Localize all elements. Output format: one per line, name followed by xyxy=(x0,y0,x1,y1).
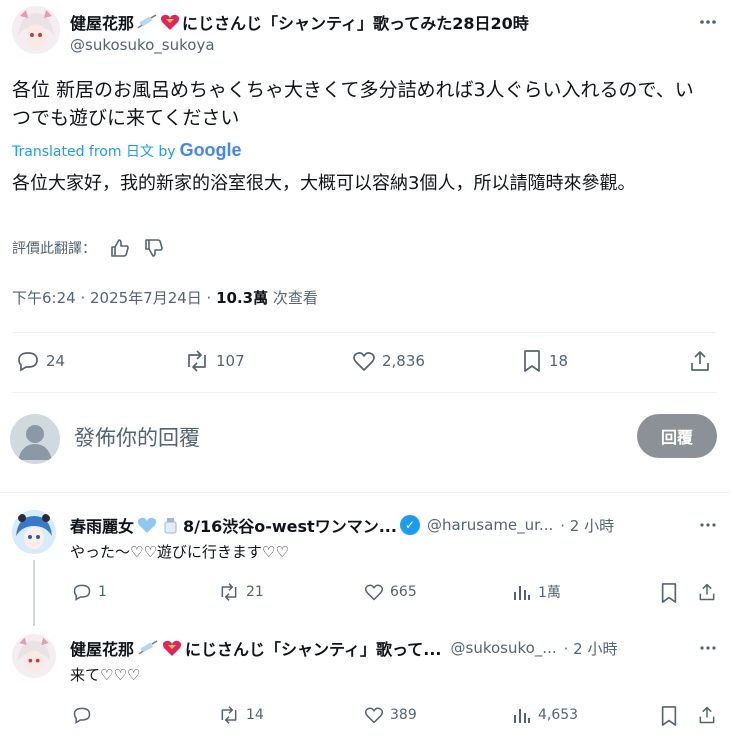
bookmark-action[interactable]: 18 xyxy=(521,349,568,373)
reply-bookmark-icon[interactable] xyxy=(659,705,679,727)
reply-reply-count: 1 xyxy=(98,584,107,600)
reply-reply-action[interactable] xyxy=(72,705,98,725)
reply-more-options-icon[interactable] xyxy=(698,515,718,535)
reply-like-action[interactable]: 389 xyxy=(364,705,417,725)
blue-heart-emoji-icon xyxy=(137,516,157,534)
google-logo: Google xyxy=(179,140,242,160)
thumbs-up-icon[interactable] xyxy=(110,238,130,258)
reply-text: 来て♡♡♡ xyxy=(70,666,141,684)
syringe-emoji-icon xyxy=(136,13,158,31)
reply-count: 24 xyxy=(46,352,66,370)
reply-more-options-icon[interactable] xyxy=(698,638,718,658)
retweet-icon xyxy=(218,582,240,602)
reply-like-action[interactable]: 665 xyxy=(364,582,417,602)
reply-views-action[interactable]: 1萬 xyxy=(512,582,561,602)
reply-retweet-count: 21 xyxy=(246,584,264,600)
reply-like-count: 389 xyxy=(390,707,417,723)
reply-time[interactable]: · 2 小時 xyxy=(560,515,614,536)
views-count: 10.3萬 xyxy=(216,289,269,307)
reply-author-handle[interactable]: @sukosuko_... xyxy=(451,639,557,657)
thread-line xyxy=(33,560,35,626)
reply-author-name[interactable]: 健屋花那 xyxy=(70,636,134,660)
reply-avatar[interactable] xyxy=(12,510,56,554)
author-avatar[interactable] xyxy=(12,6,60,54)
reply-share-icon[interactable] xyxy=(697,705,717,725)
reply-retweet-action[interactable]: 14 xyxy=(218,705,264,725)
reply-icon xyxy=(72,705,92,725)
analytics-bar-icon xyxy=(512,582,532,602)
reply-avatar[interactable] xyxy=(12,634,56,678)
thumbs-down-icon[interactable] xyxy=(144,238,164,258)
reply-author-name[interactable]: 春雨麗女 xyxy=(70,513,134,537)
reply-views-count: 1萬 xyxy=(538,585,561,601)
tweet-text-original: 各位 新居のお風呂めちゃくちゃ大きくて多分詰めれば3人ぐらい入れるので、いつでも… xyxy=(12,79,694,129)
views-label: 次查看 xyxy=(268,289,318,307)
retweet-icon xyxy=(184,349,210,373)
reply-views-count: 4,653 xyxy=(538,707,579,723)
reply-author-name-suffix: 8/16渋谷o-westワンマン... xyxy=(183,517,397,536)
reply-share-icon[interactable] xyxy=(697,582,717,602)
reply-text: やった〜♡♡遊びに行きます♡♡ xyxy=(70,543,289,561)
reply-action[interactable]: 24 xyxy=(16,349,65,373)
tweet-timestamp[interactable]: 下午6:24 · 2025年7月24日 · xyxy=(12,289,216,307)
current-user-avatar xyxy=(10,414,60,464)
reply-like-count: 665 xyxy=(390,584,417,600)
translated-from-label: Translated from 日文 by xyxy=(12,143,176,160)
tweet-text-translated: 各位大家好，我的新家的浴室很大，大概可以容納3個人，所以請隨時來參觀。 xyxy=(12,173,636,194)
reply-bookmark-icon[interactable] xyxy=(659,582,679,604)
reply-retweet-count: 14 xyxy=(246,707,264,723)
heart-with-ribbon-emoji-icon xyxy=(162,639,182,657)
retweet-count: 107 xyxy=(216,352,245,370)
reply-views-action[interactable]: 4,653 xyxy=(512,705,578,725)
translation-attribution[interactable]: Translated from 日文 by Google xyxy=(12,140,242,161)
bookmark-count: 18 xyxy=(549,352,569,370)
author-name-suffix: にじさんじ「シャンティ」歌ってみた28日20時 xyxy=(182,14,529,33)
verified-badge-icon: ✓ xyxy=(399,515,420,535)
retweet-action[interactable]: 107 xyxy=(184,349,245,373)
tweet-meta: 下午6:24 · 2025年7月24日 · 10.3萬 次查看 xyxy=(12,287,318,308)
author-handle[interactable]: @sukosuko_sukoya xyxy=(70,36,215,54)
like-action[interactable]: 2,836 xyxy=(352,349,425,373)
heart-with-ribbon-emoji-icon xyxy=(160,13,180,31)
reply-retweet-action[interactable]: 21 xyxy=(218,582,264,602)
reply-author-handle[interactable]: @harusame_ur... xyxy=(427,516,553,534)
rate-translation-label: 評價此翻譯： xyxy=(12,241,96,257)
reply-button[interactable]: 回覆 xyxy=(637,414,717,458)
heart-icon xyxy=(352,349,376,373)
reply-author-name-suffix: にじさんじ「シャンティ」歌って... xyxy=(185,640,442,659)
author-name[interactable]: 健屋花那 xyxy=(70,10,134,34)
reply-icon xyxy=(72,582,92,602)
reply-time[interactable]: · 2 小時 xyxy=(564,638,618,659)
reply-icon xyxy=(16,349,40,373)
syringe-emoji-icon xyxy=(137,639,159,657)
reply-compose-input[interactable]: 發佈你的回覆 xyxy=(74,422,200,452)
milk-bottle-emoji-icon xyxy=(160,515,180,535)
share-icon[interactable] xyxy=(688,349,712,373)
heart-icon xyxy=(364,705,384,725)
heart-icon xyxy=(364,582,384,602)
more-options-icon[interactable] xyxy=(698,12,718,32)
reply-reply-action[interactable]: 1 xyxy=(72,582,107,602)
like-count: 2,836 xyxy=(382,352,425,370)
analytics-bar-icon xyxy=(512,705,532,725)
bookmark-icon xyxy=(521,349,543,373)
retweet-icon xyxy=(218,705,240,725)
